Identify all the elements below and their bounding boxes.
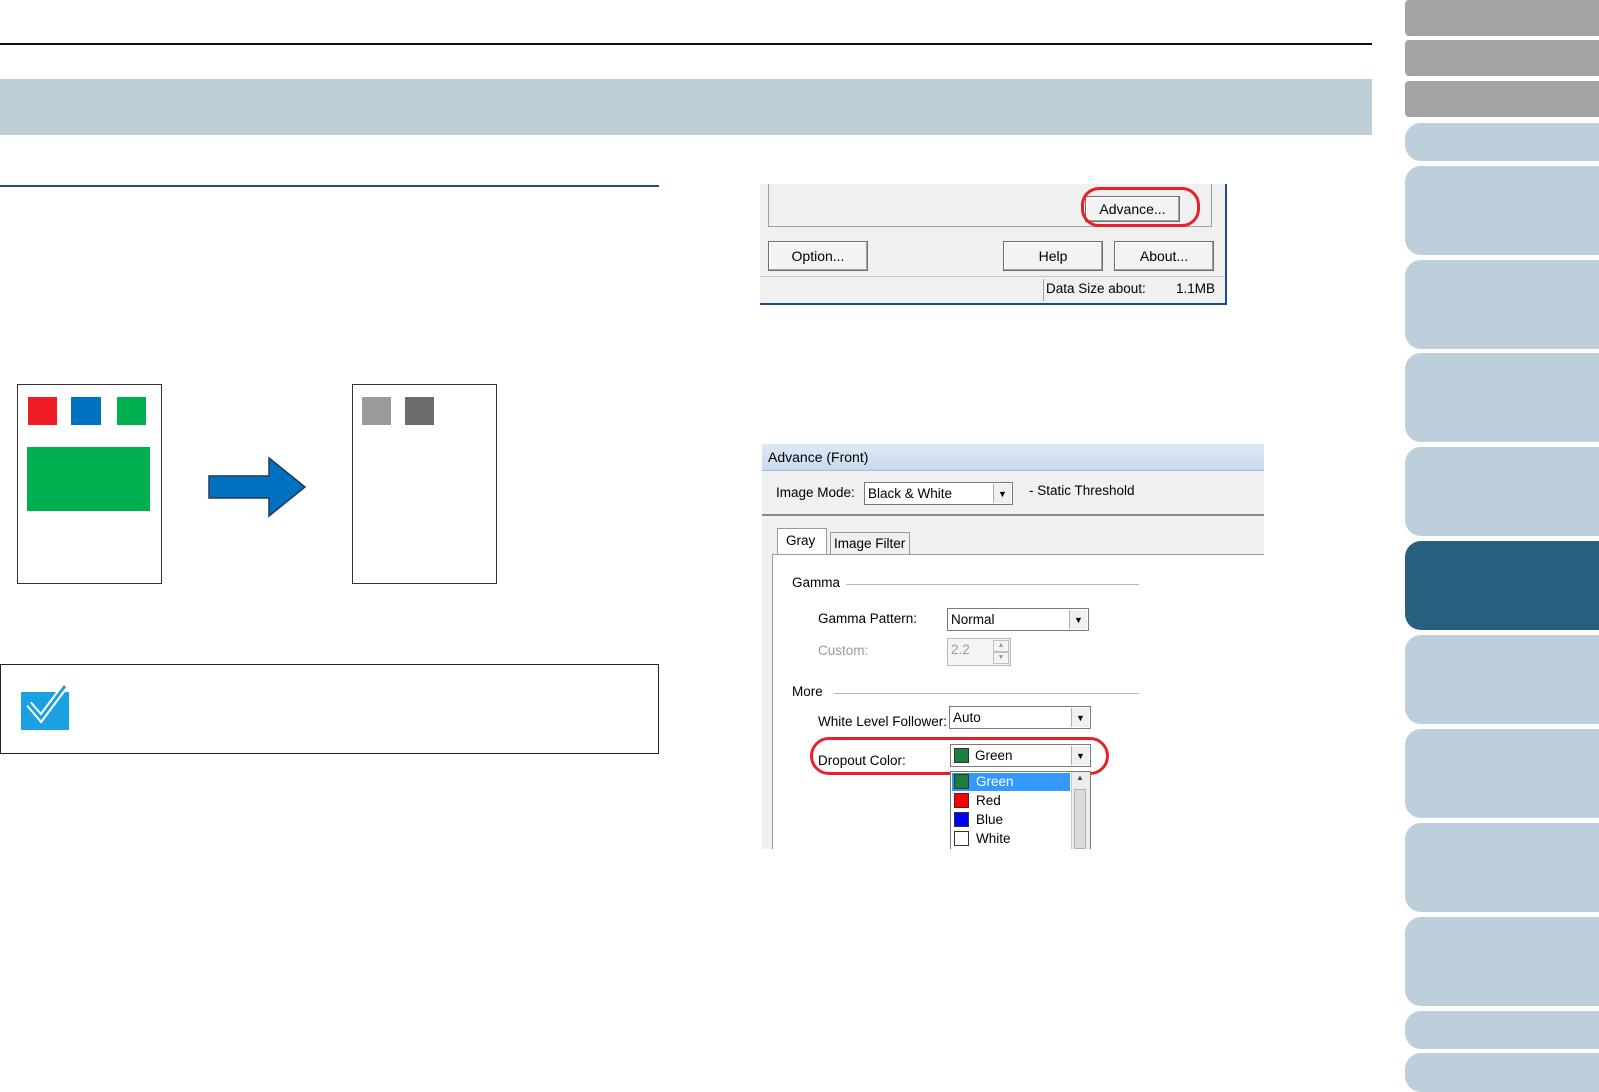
image-mode-select[interactable]: Black & White ▼ xyxy=(864,482,1013,505)
green-block xyxy=(27,447,150,511)
dialog-title: Advance (Front) xyxy=(768,449,869,465)
gamma-group-line xyxy=(846,584,1139,585)
dropout-color-list: Green Red Blue White ▲ xyxy=(950,771,1091,849)
white-level-label: White Level Follower: xyxy=(818,714,948,729)
chevron-up-icon[interactable]: ▲ xyxy=(993,640,1009,652)
chevron-up-icon[interactable]: ▲ xyxy=(1076,773,1084,782)
custom-gamma-value: 2.2 xyxy=(951,642,970,657)
tab-gray[interactable]: Gray xyxy=(777,528,827,554)
data-size-value: 1.1MB xyxy=(1176,281,1216,296)
gamma-pattern-label: Gamma Pattern: xyxy=(818,611,918,626)
note-box xyxy=(0,664,659,754)
side-tab-contents[interactable] xyxy=(1405,40,1599,76)
side-tab-intro[interactable] xyxy=(1405,123,1599,161)
side-tab-chapter-1[interactable] xyxy=(1405,166,1599,255)
side-tab-chapter-3[interactable] xyxy=(1405,353,1599,442)
list-item-blue[interactable]: Blue xyxy=(952,811,1070,829)
white-level-select[interactable]: Auto ▼ xyxy=(949,706,1091,729)
red-swatch-icon xyxy=(954,793,969,808)
checkmark-icon xyxy=(21,683,69,730)
chevron-down-icon[interactable]: ▼ xyxy=(1071,708,1089,727)
header-rule xyxy=(0,43,1372,45)
blue-square xyxy=(71,397,101,425)
tab-gray-label: Gray xyxy=(786,533,816,548)
side-tab-chapter-6[interactable] xyxy=(1405,635,1599,724)
dialog-titlebar: Advance (Front) xyxy=(762,444,1264,471)
green-swatch-icon xyxy=(954,774,969,789)
list-item-label: Blue xyxy=(976,812,1004,827)
dropout-highlight-ring xyxy=(810,737,1109,775)
advance-dialog-screenshot: Advance (Front) Image Mode: Black & Whit… xyxy=(762,444,1264,849)
chevron-down-icon[interactable]: ▼ xyxy=(993,652,1009,664)
blue-swatch-icon xyxy=(954,812,969,827)
threshold-text: - Static Threshold xyxy=(1029,483,1135,498)
light-gray-square xyxy=(362,397,391,425)
side-tab-top[interactable] xyxy=(1405,0,1599,36)
more-group-label: More xyxy=(792,684,823,699)
more-group-line xyxy=(834,693,1139,694)
scrollbar-thumb[interactable] xyxy=(1074,789,1086,849)
mode-divider xyxy=(762,514,1264,516)
help-button[interactable]: Help xyxy=(1003,241,1103,271)
side-tab-chapter-4[interactable] xyxy=(1405,447,1599,536)
advance-highlight-ring xyxy=(1081,187,1200,227)
original-document-sheet xyxy=(17,384,162,584)
green-square xyxy=(117,397,146,425)
dark-gray-square xyxy=(405,397,434,425)
custom-gamma-stepper[interactable]: 2.2 ▲ ▼ xyxy=(947,638,1011,666)
section-rule xyxy=(0,185,659,187)
red-square xyxy=(28,397,57,425)
scanned-result-sheet xyxy=(352,384,497,584)
side-tab-chapter-5-active[interactable] xyxy=(1405,541,1599,630)
image-mode-label: Image Mode: xyxy=(776,485,855,500)
side-tab-chapter-2[interactable] xyxy=(1405,260,1599,349)
list-item-label: Red xyxy=(976,793,1001,808)
list-item-label: White xyxy=(976,831,1011,846)
gamma-pattern-select[interactable]: Normal ▼ xyxy=(947,608,1089,631)
side-tab-chapter-7[interactable] xyxy=(1405,729,1599,818)
side-tab-glossary[interactable] xyxy=(1405,1053,1599,1092)
status-divider xyxy=(760,276,1225,277)
list-item-white[interactable]: White xyxy=(952,830,1070,848)
option-button[interactable]: Option... xyxy=(768,241,868,271)
custom-label: Custom: xyxy=(818,643,869,658)
tab-image-filter[interactable]: Image Filter xyxy=(830,532,910,555)
conversion-arrow-icon xyxy=(208,456,307,518)
list-scrollbar[interactable]: ▲ xyxy=(1071,772,1090,849)
image-mode-value: Black & White xyxy=(868,486,953,501)
status-separator xyxy=(1043,279,1044,301)
list-item-label: Green xyxy=(976,774,1014,789)
tab-image-filter-label: Image Filter xyxy=(834,536,906,551)
chevron-down-icon[interactable]: ▼ xyxy=(993,484,1011,503)
white-level-value: Auto xyxy=(953,710,981,725)
list-item-red[interactable]: Red xyxy=(952,792,1070,810)
data-size-label: Data Size about: xyxy=(1046,281,1146,296)
about-button[interactable]: About... xyxy=(1114,241,1214,271)
side-tab-chapter-8[interactable] xyxy=(1405,823,1599,912)
white-swatch-icon xyxy=(954,831,969,846)
side-tab-appendix[interactable] xyxy=(1405,1011,1599,1049)
side-tab-index[interactable] xyxy=(1405,81,1599,117)
title-band xyxy=(0,79,1372,135)
gamma-pattern-value: Normal xyxy=(951,612,995,627)
side-tab-chapter-9[interactable] xyxy=(1405,917,1599,1006)
scanner-dialog-screenshot: Advance... Option... Help About... Data … xyxy=(760,184,1227,305)
gamma-group-label: Gamma xyxy=(792,575,841,590)
chevron-down-icon[interactable]: ▼ xyxy=(1069,610,1087,629)
list-item-green[interactable]: Green xyxy=(952,773,1070,791)
